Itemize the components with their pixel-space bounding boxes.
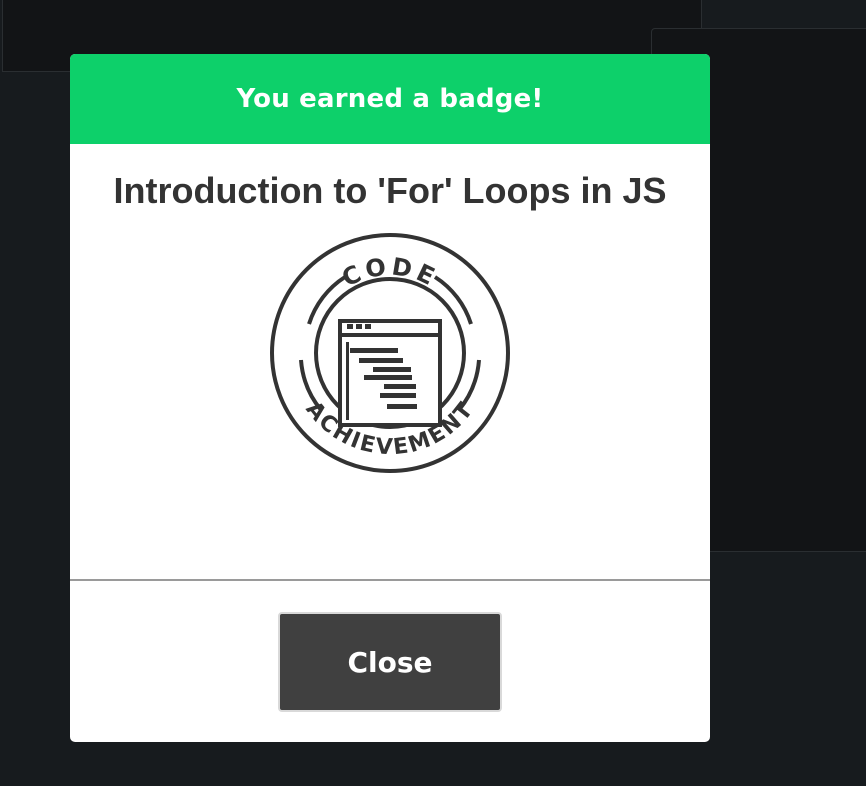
modal-divider <box>70 579 710 581</box>
badge-modal: You earned a badge! Introduction to 'For… <box>70 54 710 742</box>
badge-title: Introduction to 'For' Loops in JS <box>113 170 667 211</box>
modal-header-title: You earned a badge! <box>236 84 544 114</box>
badge-top-text: CODE <box>338 252 439 292</box>
close-button[interactable]: Close <box>278 612 502 712</box>
modal-header: You earned a badge! <box>70 54 710 144</box>
code-achievement-badge-icon: CODE ACHIEVEMENT <box>270 233 510 473</box>
svg-text:CODE: CODE <box>338 252 443 292</box>
